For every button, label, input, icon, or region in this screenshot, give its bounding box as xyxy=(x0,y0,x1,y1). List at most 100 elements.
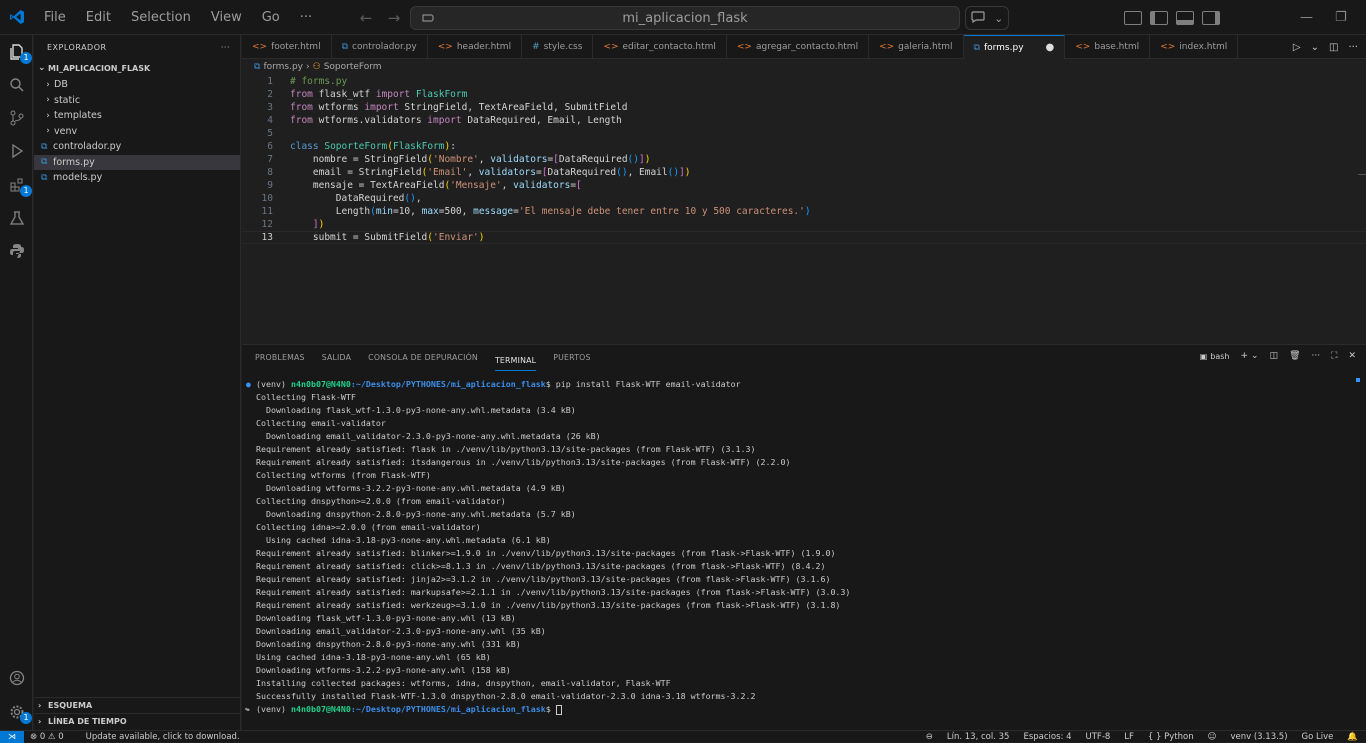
chevron-down-icon: ⌄ xyxy=(994,11,1004,25)
search-icon[interactable] xyxy=(4,72,29,97)
more-actions-icon[interactable]: ··· xyxy=(1348,42,1358,53)
tree-file[interactable]: ⧉ models.py xyxy=(34,170,240,186)
code-line: 11 Length(min=10, max=500, message='El m… xyxy=(261,206,811,217)
editor-tab[interactable]: <> editar_contacto.html xyxy=(593,35,727,59)
chevron-down-icon[interactable]: ⌄ xyxy=(1251,351,1259,361)
tab-problems[interactable]: PROBLEMAS xyxy=(255,345,305,371)
project-root[interactable]: ⌄ MI_APLICACION_FLASK xyxy=(34,59,240,77)
split-terminal-icon[interactable]: ◫ xyxy=(1270,351,1279,361)
tab-label: agregar_contacto.html xyxy=(755,42,859,52)
line-ending[interactable]: LF xyxy=(1124,732,1134,742)
more-actions-icon[interactable]: ··· xyxy=(221,43,230,52)
command-decoration-icon[interactable]: ● xyxy=(246,378,251,391)
go-live-button[interactable]: Go Live xyxy=(1302,732,1334,742)
tree-file[interactable]: ⧉ forms.py xyxy=(34,154,240,170)
breadcrumb-symbol[interactable]: SoporteForm xyxy=(324,62,382,72)
problems-status[interactable]: ⊗ 0 ⚠ 0 xyxy=(30,732,64,742)
tab-ports[interactable]: PUERTOS xyxy=(553,345,590,371)
menu-view[interactable]: View xyxy=(201,0,252,35)
menu-go[interactable]: Go xyxy=(252,0,290,35)
remote-indicator-icon[interactable]: ⋊ xyxy=(0,730,24,743)
html-file-icon: <> xyxy=(1075,42,1091,52)
tab-terminal[interactable]: TERMINAL xyxy=(494,351,537,371)
minimize-icon[interactable]: — xyxy=(1300,10,1313,25)
copilot-status-icon[interactable]: ☺ xyxy=(1208,732,1217,742)
tab-debug-console[interactable]: CONSOLA DE DEPURACIÓN xyxy=(368,345,478,371)
menu-edit[interactable]: Edit xyxy=(76,0,121,35)
chevron-right-icon: › xyxy=(46,110,50,121)
code-editor[interactable]: 1 # forms.py 2 from flask_wtf import Flask… xyxy=(242,74,1366,344)
prompt-user: n4n0b07@N4N0 xyxy=(290,379,351,389)
tab-label: galeria.html xyxy=(898,42,953,52)
prompt-venv: (venv) xyxy=(256,704,291,714)
tree-folder[interactable]: › venv xyxy=(34,124,240,140)
timeline-section[interactable]: › LÍNEA DE TIEMPO xyxy=(34,713,241,729)
more-actions-icon[interactable]: ··· xyxy=(1312,351,1321,361)
trash-icon[interactable]: 🗑 xyxy=(1289,351,1300,361)
breadcrumb-file[interactable]: forms.py xyxy=(263,62,303,72)
unsaved-dot-icon[interactable]: ● xyxy=(1046,42,1055,53)
zoom-icon[interactable]: ⊖ xyxy=(926,732,933,742)
settings-gear-icon[interactable]: 1 xyxy=(4,699,32,724)
forward-arrow-icon[interactable]: → xyxy=(385,9,403,27)
menu-file[interactable]: File xyxy=(34,0,76,35)
add-terminal-icon[interactable]: + xyxy=(1241,351,1249,361)
encoding[interactable]: UTF-8 xyxy=(1086,732,1111,742)
code-line: 3 from wtforms import StringField, TextAr… xyxy=(267,102,628,113)
editor-tab[interactable]: <> index.html xyxy=(1150,35,1239,59)
terminal-scrollbar[interactable] xyxy=(1356,378,1360,382)
maximize-panel-icon[interactable]: ⛶ xyxy=(1331,351,1337,361)
command-center[interactable]: mi_aplicacion_flask xyxy=(410,6,960,30)
terminal-cursor xyxy=(555,704,562,715)
editor-tab[interactable]: <> base.html xyxy=(1065,35,1151,59)
command-decoration-icon[interactable]: ↬ xyxy=(245,703,250,716)
menu-more[interactable]: ··· xyxy=(290,0,322,35)
run-icon[interactable]: ▷ xyxy=(1293,42,1301,53)
toggle-sidebar-icon[interactable] xyxy=(1150,10,1168,25)
toggle-panel-icon[interactable] xyxy=(1176,10,1194,25)
testing-icon[interactable] xyxy=(4,205,29,230)
explorer-icon[interactable]: 1 xyxy=(4,39,32,64)
html-file-icon: <> xyxy=(879,42,895,52)
editor-tab[interactable]: <> agregar_contacto.html xyxy=(727,35,870,59)
toggle-primary-sidebar-icon[interactable] xyxy=(1124,10,1142,25)
back-arrow-icon[interactable]: ← xyxy=(357,9,375,27)
chevron-down-icon[interactable]: ⌄ xyxy=(1311,42,1319,53)
notifications-bell-icon[interactable]: 🔔 xyxy=(1347,732,1358,742)
maximize-icon[interactable]: ❐ xyxy=(1335,10,1347,25)
menu-bar: File Edit Selection View Go ··· xyxy=(34,0,322,35)
tree-folder[interactable]: › DB xyxy=(34,77,240,93)
language-mode[interactable]: { } Python xyxy=(1148,732,1194,742)
tab-output[interactable]: SALIDA xyxy=(322,345,351,371)
tab-label: style.css xyxy=(543,42,583,52)
tree-folder[interactable]: › templates xyxy=(34,108,240,124)
tree-file[interactable]: ⧉ controlador.py xyxy=(34,139,240,155)
indentation[interactable]: Espacios: 4 xyxy=(1023,732,1071,742)
outline-section[interactable]: › ESQUEMA xyxy=(34,697,241,713)
editor-tab[interactable]: ⧉ controlador.py xyxy=(332,35,428,59)
split-editor-icon[interactable]: ◫ xyxy=(1329,42,1338,53)
editor-tab[interactable]: <> galeria.html xyxy=(869,35,964,59)
extensions-icon[interactable]: 1 xyxy=(4,172,32,197)
python-interpreter[interactable]: venv (3.13.5) xyxy=(1230,732,1287,742)
editor-tab[interactable]: # style.css xyxy=(522,35,594,59)
cursor-position[interactable]: Lín. 13, col. 35 xyxy=(947,732,1010,742)
python-file-icon: ⧉ xyxy=(41,157,48,168)
editor-tab[interactable]: ⧉ forms.py ● xyxy=(963,35,1066,59)
breadcrumb-separator: › xyxy=(306,61,310,72)
source-control-icon[interactable] xyxy=(4,105,29,130)
editor-tab[interactable]: <> footer.html xyxy=(242,35,332,59)
menu-selection[interactable]: Selection xyxy=(121,0,201,35)
shell-name[interactable]: bash xyxy=(1210,352,1229,361)
run-debug-icon[interactable] xyxy=(4,138,29,163)
toggle-secondary-sidebar-icon[interactable] xyxy=(1202,10,1220,25)
copilot-button[interactable]: ⌄ xyxy=(965,6,1009,30)
editor-tab[interactable]: <> header.html xyxy=(428,35,523,59)
terminal-output[interactable]: ● (venv) n4n0b07@N4N0:~/Desktop/PYTHONES/… xyxy=(242,378,1366,716)
python-icon[interactable] xyxy=(4,238,29,263)
code-line-current: 13 submit = SubmitField('Enviar') xyxy=(242,231,1366,244)
update-notice[interactable]: Update available, click to download. xyxy=(86,732,240,742)
account-icon[interactable] xyxy=(4,665,29,690)
close-icon[interactable]: ✕ xyxy=(1348,351,1356,361)
tree-folder[interactable]: › static xyxy=(34,93,240,109)
